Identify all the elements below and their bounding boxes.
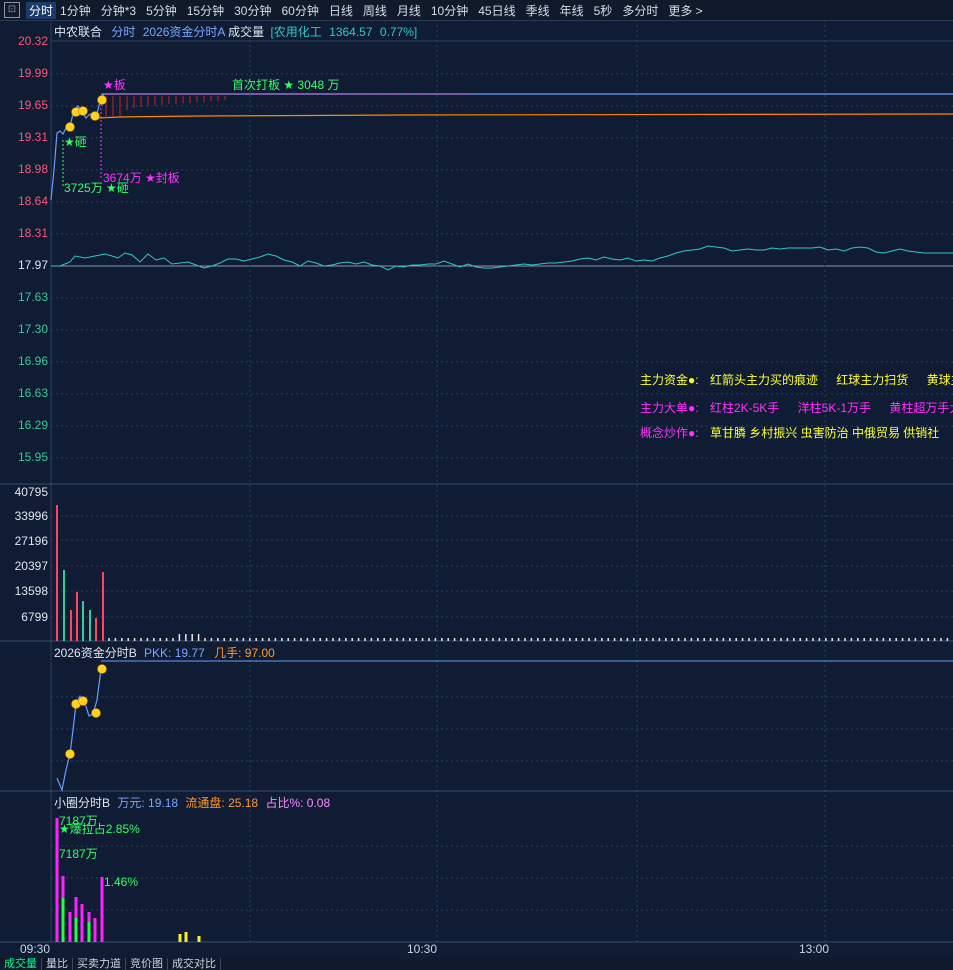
legend-item: 草甘膦 乡村振兴 虫害防治 中俄贸易 供销社 [709, 426, 940, 440]
yellow-balls [65, 95, 107, 132]
legend-item: 黄球主 [926, 373, 953, 387]
legend-item: 洋柱5K-1万手 [797, 401, 871, 415]
sector-value: 1364.57 [329, 25, 373, 39]
y-tick-label: 27196 [14, 534, 48, 548]
pkk-chart-header: 2026资金分时B PKK: 19.77 几手: 97.00 [54, 644, 275, 661]
y-tick-label: 19.99 [17, 66, 48, 80]
circle-second-value: 7187万 [59, 847, 98, 861]
legend-item: 红箭头主力买的痕迹 [709, 373, 818, 387]
y-tick-label: 18.31 [17, 226, 48, 240]
y-tick-label: 33996 [14, 509, 48, 523]
legend-item: 红球主力扫货 [836, 373, 909, 387]
indicator-tabs: 成交量 量比 买卖力道 竞价图 成交对比 [0, 958, 953, 970]
pkk-value: PKK: 19.77 [144, 646, 205, 660]
tab-volume[interactable]: 成交量 [0, 958, 42, 970]
legend-label: 主力资金●: [640, 373, 699, 387]
y-tick-label: 6799 [21, 610, 48, 624]
tab-auction[interactable]: 竞价图 [126, 958, 168, 970]
small-volume-bars [108, 634, 949, 641]
tab-trade-compare[interactable]: 成交对比 [168, 958, 221, 970]
sector-label[interactable]: [农用化工 [270, 25, 321, 39]
y-tick-label: 16.96 [17, 354, 48, 368]
legend-item: 红柱2K-5K手 [709, 401, 780, 415]
y-tick-label: 17.30 [17, 322, 48, 336]
y-tick-label: 13598 [14, 584, 48, 598]
y-tick-label: 15.95 [17, 450, 48, 464]
burst-annotation: ★爆拉占2.85% [59, 822, 140, 836]
circle-pct: 1.46% [104, 875, 139, 889]
y-tick-label: 17.97 [17, 258, 48, 272]
x-tick-label: 10:30 [407, 942, 438, 956]
smash-annotation: 3725万 ★砸 [64, 181, 129, 195]
legend-item: 黄柱超万手大 [889, 401, 953, 415]
chart-canvas[interactable] [0, 0, 953, 958]
ratio-value: 占比%: 0.08 [265, 796, 331, 810]
y-tick-label: 16.63 [17, 386, 48, 400]
sector-change: 0.77%] [379, 25, 418, 39]
y-tick-label: 19.31 [17, 130, 48, 144]
stock-name: 中农联合 [54, 25, 103, 39]
pkk-line [56, 668, 102, 793]
first-board-annotation: 首次打板 ★ 3048 万 [232, 78, 340, 92]
y-tick-label: 18.98 [17, 162, 48, 176]
legend-label: 概念炒作●: [640, 426, 699, 440]
float-value: 流通盘: 25.18 [185, 796, 259, 810]
x-tick-label: 09:30 [20, 942, 51, 956]
legend-concepts: 概念炒作●: 草甘膦 乡村振兴 虫害防治 中俄贸易 供销社 [640, 424, 939, 441]
y-tick-label: 19.65 [17, 98, 48, 112]
legend-big-orders: 主力大单●: 红柱2K-5K手 洋柱5K-1万手 黄柱超万手大 [640, 399, 953, 416]
indicator-label[interactable]: 分时 [111, 25, 135, 39]
smash-marker: ★砸 [64, 135, 87, 149]
y-tick-label: 16.29 [17, 418, 48, 432]
main-force-arrows [105, 96, 226, 118]
y-tick-label: 18.64 [17, 194, 48, 208]
tab-buy-sell-force[interactable]: 买卖力道 [73, 958, 126, 970]
y-tick-label: 40795 [14, 485, 48, 499]
legend-label: 主力大单●: [640, 401, 699, 415]
volume-bars [56, 505, 104, 641]
circle-title[interactable]: 小圈分时B [54, 796, 110, 810]
board-marker: ★板 [103, 78, 126, 92]
formula-label[interactable]: 2026资金分时A [143, 25, 225, 39]
x-tick-label: 13:00 [799, 942, 830, 956]
jishou-value: 几手: 97.00 [214, 646, 275, 660]
wanyuan-value: 万元: 19.18 [117, 796, 179, 810]
pkk-title[interactable]: 2026资金分时B [54, 646, 137, 660]
y-tick-label: 20.32 [17, 34, 48, 48]
main-chart-header: 中农联合 分时 2026资金分时A 成交量 [农用化工 1364.57 0.77… [54, 23, 417, 40]
legend-main-funds: 主力资金●: 红箭头主力买的痕迹 红球主力扫货 黄球主 [640, 371, 953, 388]
circle-chart-header: 小圈分时B 万元: 19.18 流通盘: 25.18 占比%: 0.08 [54, 794, 330, 811]
price-line [50, 93, 953, 201]
y-tick-label: 20397 [14, 559, 48, 573]
volume-label: 成交量 [228, 25, 265, 39]
y-tick-label: 17.63 [17, 290, 48, 304]
tab-volume-ratio[interactable]: 量比 [42, 958, 73, 970]
